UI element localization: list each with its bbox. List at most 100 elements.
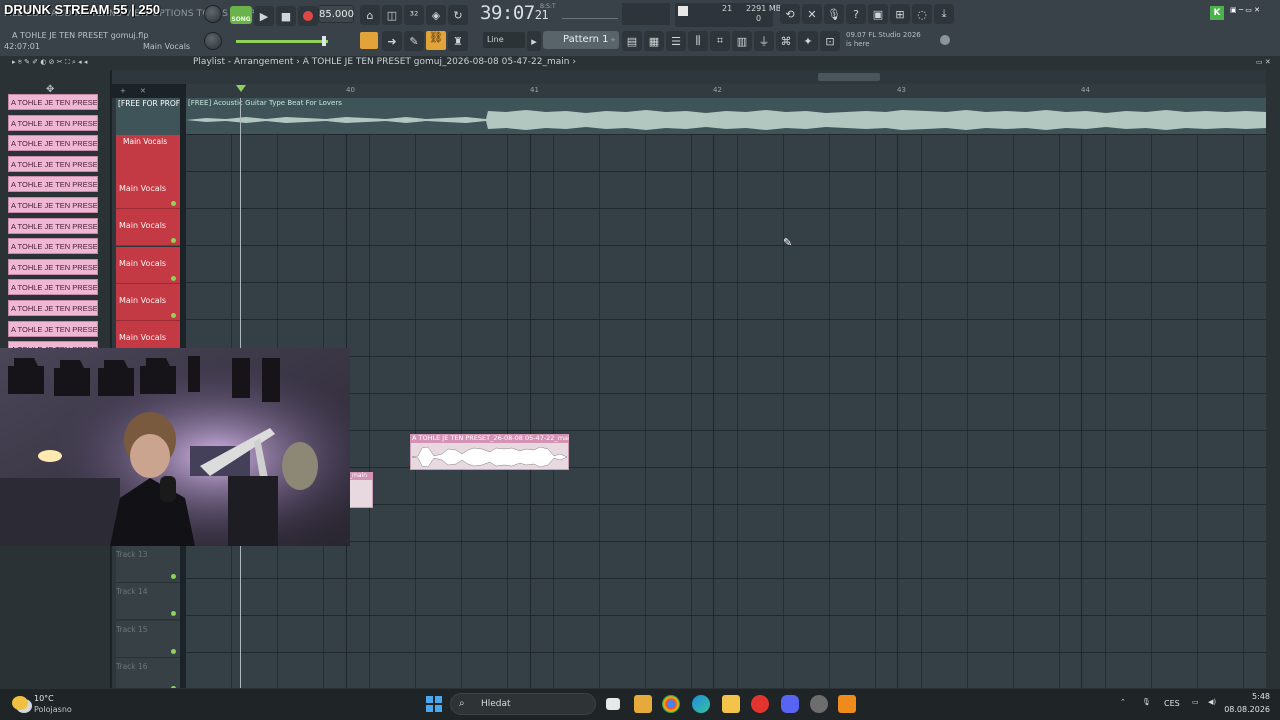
track-enable-icon[interactable] [171, 201, 176, 206]
chrome-icon[interactable] [662, 695, 680, 713]
pencil-icon[interactable]: ✎ [404, 31, 424, 51]
track-enable-icon[interactable] [171, 238, 176, 244]
add-track-icon[interactable]: + [120, 87, 126, 95]
pitch-knob-icon[interactable] [204, 5, 222, 23]
master-volume-slider[interactable] [236, 40, 328, 43]
vertical-scrollbar[interactable] [1266, 70, 1280, 688]
obs-icon[interactable] [810, 695, 828, 713]
vocal-track-header[interactable]: Main Vocals [116, 172, 180, 209]
snap-arrow-icon[interactable]: ➜ [382, 31, 402, 51]
globe-icon[interactable] [940, 35, 950, 45]
weather-icon[interactable] [12, 696, 28, 710]
app-red-icon[interactable] [751, 695, 769, 713]
volume-icon[interactable]: ◀) [1208, 698, 1216, 706]
news-panel[interactable]: 09.07 FL Studio 2026 is here [846, 31, 926, 49]
browser-icon[interactable]: ⌗ [710, 31, 730, 51]
pattern-item[interactable]: A TOHLE JE TEN PRESET g [8, 114, 98, 131]
fl-studio-icon[interactable] [838, 695, 856, 713]
mixer-view-icon[interactable]: ⫼ [688, 31, 708, 51]
master-pitch-knob-icon[interactable] [204, 32, 222, 50]
pattern-item[interactable]: A TOHLE JE TEN PRESET g [8, 176, 98, 193]
window-icons[interactable]: ▣ ─ ▭ ✕ [1230, 6, 1260, 14]
tempo-field[interactable]: 85.000 [318, 5, 354, 23]
song-position-clock[interactable]: 39:0721 [480, 2, 549, 24]
vocal-track-header[interactable]: Main Vocals [116, 246, 180, 284]
taskbar-time[interactable]: 5:48 [1228, 692, 1270, 701]
plug-icon[interactable]: ⏚ [754, 31, 774, 51]
mixer-icon[interactable]: ⊞ [890, 4, 910, 24]
metronome-icon[interactable]: ⌂ [360, 5, 380, 25]
project-picker-icon[interactable]: ⌘ [776, 31, 796, 51]
windows-start-icon[interactable] [426, 696, 442, 712]
download-icon[interactable]: ⤓ [934, 4, 954, 24]
pattern-item[interactable]: A TOHLE JE TEN PRESET g [8, 135, 98, 152]
file-explorer-icon[interactable] [722, 695, 740, 713]
pattern-item[interactable]: A TOHLE JE TEN PRESET g [8, 155, 98, 172]
edge-icon[interactable] [692, 695, 710, 713]
pattern-item[interactable]: A TOHLE JE TEN PRESET g [8, 217, 98, 234]
typing-keyboard-icon[interactable] [360, 32, 378, 49]
channel-rack-icon[interactable]: ☰ [666, 31, 686, 51]
chat-icon[interactable]: ◌ [912, 4, 932, 24]
language-indicator[interactable]: CES [1164, 699, 1180, 708]
record-button[interactable] [298, 6, 318, 26]
close-track-icon[interactable]: ✕ [140, 87, 146, 95]
playhead-marker-icon[interactable] [236, 85, 246, 92]
task-view-icon[interactable] [606, 698, 620, 710]
vocal-track-header[interactable]: Main Vocals [116, 283, 180, 321]
pattern-item[interactable]: A TOHLE JE TEN PRESET g [8, 238, 98, 255]
empty-track-header[interactable]: Track 15 [116, 620, 180, 658]
track-enable-icon[interactable] [171, 574, 176, 579]
add-pattern-icon[interactable]: + [610, 36, 616, 44]
snap-selector[interactable]: Line [483, 32, 525, 48]
pattern-item[interactable]: A TOHLE JE TEN PRESET g [8, 94, 98, 110]
empty-track-header[interactable]: Track 14 [116, 583, 180, 621]
playlist-window-icons[interactable]: ▭ ✕ [1256, 58, 1271, 66]
discord-icon[interactable] [781, 695, 799, 713]
link-icon[interactable]: ⛓ [426, 31, 446, 50]
track-enable-icon[interactable] [171, 611, 176, 617]
taskbar-search[interactable]: Hledat [450, 693, 596, 715]
microphone-icon[interactable]: 🎙 [824, 4, 844, 24]
wait-input-icon[interactable]: ◫ [382, 5, 402, 25]
stop-button[interactable]: ■ [276, 6, 296, 26]
taskbar-date[interactable]: 08.08.2026 [1222, 705, 1270, 714]
horizontal-scroll[interactable] [112, 70, 1266, 84]
loop-record-icon[interactable]: ↻ [448, 5, 468, 25]
song-mode-button[interactable]: SONG [230, 6, 252, 24]
master-volume-handle[interactable] [322, 36, 326, 46]
empty-track-header[interactable]: Track 13 [116, 546, 180, 583]
pattern-item[interactable]: A TOHLE JE TEN PRESET g [8, 279, 98, 296]
pattern-selector[interactable]: Pattern 1 [543, 31, 619, 49]
track-enable-icon[interactable] [171, 312, 176, 318]
save-icon[interactable]: ▣ [868, 4, 888, 24]
countdown-icon[interactable]: ³² [404, 5, 424, 25]
network-icon[interactable]: ▭ [1192, 698, 1199, 706]
paint-icon[interactable]: ✦ [798, 31, 818, 51]
tray-chevron-icon[interactable]: ⌃ [1120, 698, 1126, 706]
pattern-prev-icon[interactable]: ▸ [527, 31, 541, 51]
track-enable-icon[interactable] [171, 275, 176, 281]
cart-icon[interactable]: ⊡ [820, 31, 840, 51]
pattern-item[interactable]: A TOHLE JE TEN PRESET g [8, 320, 98, 337]
piano-roll-icon[interactable]: ▦ [644, 31, 664, 51]
pattern-item[interactable]: A TOHLE JE TEN PRESET g [8, 300, 98, 316]
vocal-track-header[interactable]: Main Vocals [116, 209, 180, 247]
pattern-item[interactable]: A TOHLE JE TEN PRESET g [8, 197, 98, 213]
step-edit-icon[interactable]: ◈ [426, 5, 446, 25]
playlist-tool-icons[interactable]: ▸ ⍟ ✎ ✐ ◐ ⊘ ✂ ⛶ ⌕ ◂ ◂ [12, 58, 87, 67]
playlist-icon[interactable]: ▤ [622, 31, 642, 51]
tools-icon[interactable]: ✕ [802, 4, 822, 24]
weather-temp[interactable]: 10°C [34, 694, 54, 703]
store-icon[interactable] [634, 695, 652, 713]
help-icon[interactable]: ? [846, 4, 866, 24]
play-button[interactable]: ▶ [254, 6, 274, 26]
pattern-item[interactable]: A TOHLE JE TEN PRESET g [8, 258, 98, 275]
weather-desc[interactable]: Polojasno [34, 705, 72, 714]
undo-history-icon[interactable]: ⟲ [780, 4, 800, 24]
track-enable-icon[interactable] [171, 648, 176, 654]
scroll-thumb[interactable] [818, 73, 880, 81]
plugin-icon[interactable]: ▥ [732, 31, 752, 51]
mic-tray-icon[interactable]: 🎙 [1142, 698, 1151, 706]
kick-app-icon[interactable]: K [1210, 6, 1224, 20]
